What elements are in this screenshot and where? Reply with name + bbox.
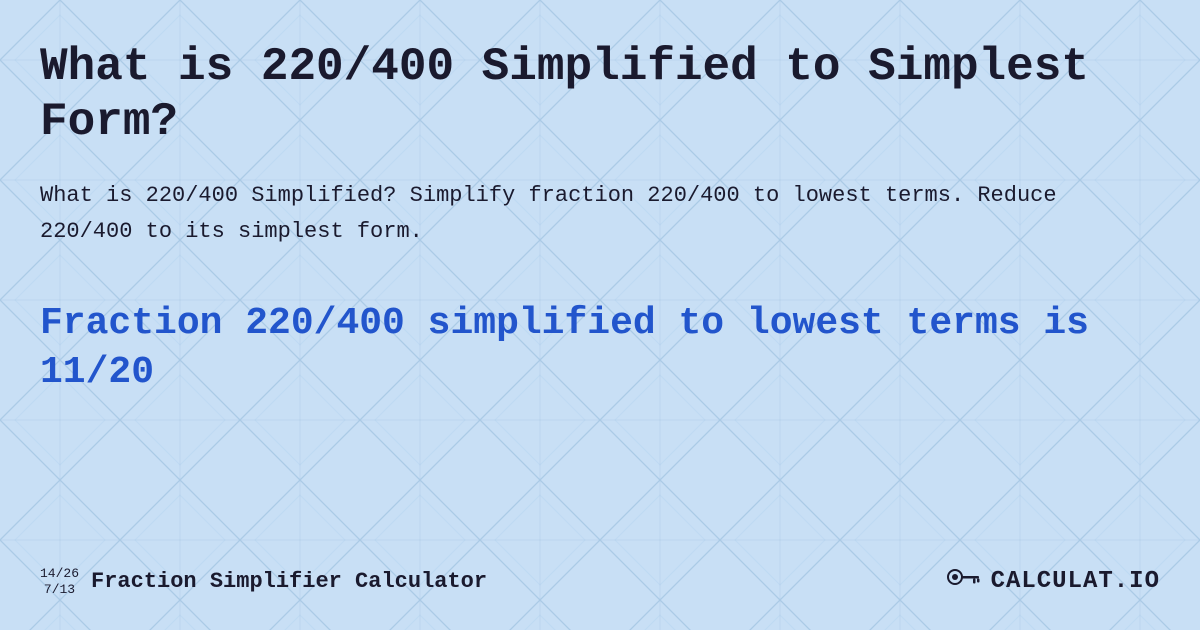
- logo-area: CALCULAT.IO: [947, 563, 1160, 600]
- description-text: What is 220/400 Simplified? Simplify fra…: [40, 178, 1160, 248]
- page-title: What is 220/400 Simplified to Simplest F…: [40, 40, 1160, 150]
- footer-title: Fraction Simplifier Calculator: [91, 569, 487, 594]
- logo-icon: [947, 563, 983, 600]
- result-text: Fraction 220/400 simplified to lowest te…: [40, 299, 1160, 398]
- main-content: What is 220/400 Simplified to Simplest F…: [40, 40, 1160, 553]
- logo-text: CALCULAT.IO: [991, 568, 1160, 595]
- footer-left: 14/26 7/13 Fraction Simplifier Calculato…: [40, 566, 487, 597]
- fraction-top: 14/26: [40, 566, 79, 582]
- footer: 14/26 7/13 Fraction Simplifier Calculato…: [40, 553, 1160, 600]
- fraction-stack: 14/26 7/13: [40, 566, 79, 597]
- content-wrapper: What is 220/400 Simplified to Simplest F…: [0, 0, 1200, 630]
- fraction-bottom: 7/13: [44, 582, 75, 598]
